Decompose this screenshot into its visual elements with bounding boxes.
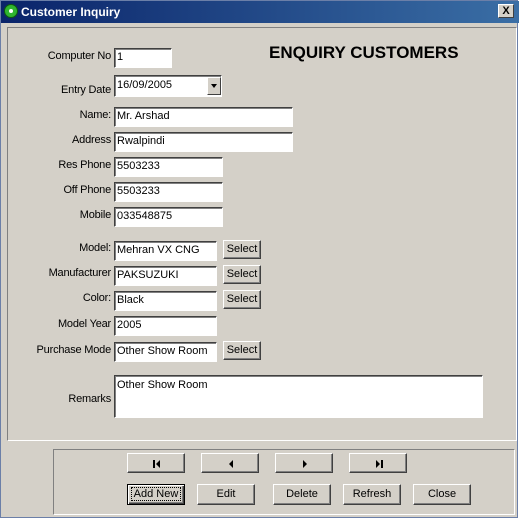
- close-button[interactable]: Close: [413, 484, 471, 505]
- close-window-button[interactable]: X: [498, 4, 514, 18]
- manufacturer-label: Manufacturer: [48, 267, 112, 279]
- delete-button[interactable]: Delete: [273, 484, 331, 505]
- model-field[interactable]: Mehran VX CNG: [114, 241, 217, 261]
- model-year-field[interactable]: 2005: [114, 316, 217, 336]
- name-field[interactable]: Mr. Arshad: [114, 107, 293, 127]
- mobile-label: Mobile: [79, 209, 111, 221]
- title-bar[interactable]: Customer Inquiry X: [1, 1, 519, 23]
- next-record-button[interactable]: [275, 453, 333, 473]
- entry-date-picker[interactable]: 16/09/2005: [114, 75, 222, 97]
- color-select-button[interactable]: Select: [223, 290, 261, 309]
- computer-no-field[interactable]: 1: [114, 48, 172, 68]
- refresh-button[interactable]: Refresh: [343, 484, 401, 505]
- chevron-down-icon[interactable]: [207, 77, 221, 95]
- computer-no-label: Computer No: [47, 50, 111, 62]
- previous-record-icon: [202, 454, 258, 472]
- remarks-label: Remarks: [68, 393, 111, 405]
- purchase-mode-field[interactable]: Other Show Room: [114, 342, 217, 362]
- window-title: Customer Inquiry: [21, 5, 121, 19]
- entry-date-field[interactable]: 16/09/2005: [114, 75, 222, 97]
- purchase-mode-label: Purchase Mode: [36, 344, 112, 356]
- res-phone-label: Res Phone: [58, 159, 111, 171]
- off-phone-label: Off Phone: [63, 184, 111, 196]
- model-select-button[interactable]: Select: [223, 240, 261, 259]
- customer-inquiry-window: Customer Inquiry X ENQUIRY CUSTOMERS Com…: [0, 0, 519, 518]
- next-record-icon: [276, 454, 332, 472]
- name-label: Name:: [79, 109, 112, 121]
- add-new-label: Add New: [130, 487, 182, 501]
- previous-record-button[interactable]: [201, 453, 259, 473]
- mobile-field[interactable]: 033548875: [114, 207, 223, 227]
- manufacturer-select-button[interactable]: Select: [223, 265, 261, 284]
- model-year-label: Model Year: [57, 318, 111, 330]
- entry-date-label: Entry Date: [61, 84, 111, 96]
- res-phone-field[interactable]: 5503233: [114, 157, 223, 177]
- purchase-mode-select-button[interactable]: Select: [223, 341, 261, 360]
- app-icon: [4, 4, 18, 18]
- page-title: ENQUIRY CUSTOMERS: [269, 43, 459, 62]
- last-record-icon: [350, 454, 406, 472]
- add-new-button[interactable]: Add New: [127, 484, 185, 505]
- edit-button[interactable]: Edit: [197, 484, 255, 505]
- first-record-button[interactable]: [127, 453, 185, 473]
- last-record-button[interactable]: [349, 453, 407, 473]
- remarks-field[interactable]: Other Show Room: [114, 375, 483, 418]
- first-record-icon: [128, 454, 184, 472]
- off-phone-field[interactable]: 5503233: [114, 182, 223, 202]
- address-field[interactable]: Rwalpindi: [114, 132, 293, 152]
- address-label: Address: [72, 134, 111, 146]
- color-field[interactable]: Black: [114, 291, 217, 311]
- color-label: Color:: [82, 292, 111, 304]
- model-label: Model:: [79, 242, 111, 254]
- manufacturer-field[interactable]: PAKSUZUKI: [114, 266, 217, 286]
